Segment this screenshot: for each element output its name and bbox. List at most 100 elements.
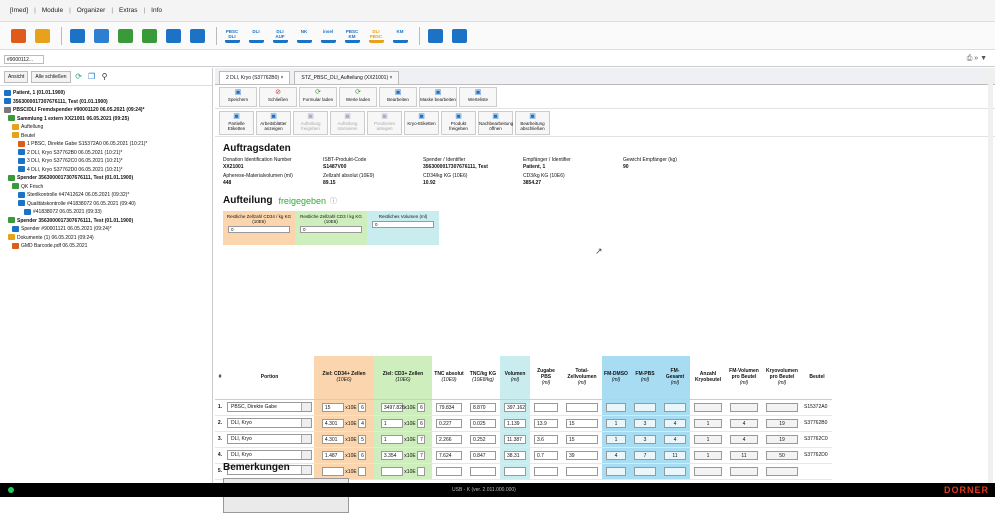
cell-tnc-input[interactable]: 7.624 [436, 450, 462, 460]
tree-item[interactable]: Sammlung 1 extern XX21001 06.05.2021 (09… [4, 115, 208, 124]
cell-cd3-exponent-input[interactable]: 6 [417, 418, 426, 428]
case-icon[interactable] [32, 27, 52, 45]
product-release-button[interactable]: ▣ Produkt freigeben [441, 111, 476, 135]
search-icon[interactable] [67, 27, 87, 45]
view-button[interactable]: Ansicht [4, 70, 29, 83]
tab-close-icon[interactable]: × [279, 75, 283, 81]
cell-tnckg-input[interactable] [470, 466, 496, 476]
cell-fmpbs-input[interactable] [634, 402, 656, 412]
cell-fmpbs-input[interactable] [634, 466, 656, 476]
tree-item[interactable]: Beutel [4, 132, 208, 141]
cell-fmvol-input[interactable]: 4 [730, 434, 758, 444]
cell-dmso-input[interactable]: 1 [606, 434, 626, 444]
cell-total-input[interactable]: 15 [566, 434, 598, 444]
find-icon[interactable]: ⚲ [100, 72, 110, 82]
stats-icon[interactable] [187, 27, 207, 45]
edit-open-button[interactable]: ▣ Nachbearbeitung öffnen [478, 111, 513, 135]
cell-vol-input[interactable]: 38.31 [504, 450, 526, 460]
cell-cd3-input[interactable]: 1 [380, 434, 403, 444]
cryo-label-button[interactable]: ▣ Kryo-Etiketten [404, 111, 439, 135]
cell-fmpbs-input[interactable]: 7 [634, 450, 656, 460]
cell-fmpbs-input[interactable]: 3 [634, 434, 656, 444]
tab-2[interactable]: STZ_PBSC_DLI_Aufteilung (XX21001) × [294, 71, 400, 84]
tree-item[interactable]: 3 DLI, Kryo S37762C0 06.05.2021 (10:21)* [4, 157, 208, 166]
refresh-icon[interactable]: ⟳ [74, 72, 84, 82]
remaining-input[interactable]: 0 [300, 226, 362, 233]
clock-icon[interactable] [425, 27, 445, 45]
tab-close-icon[interactable]: × [388, 75, 393, 81]
cell-tnc-input[interactable] [436, 466, 462, 476]
report-icon[interactable] [91, 27, 111, 45]
tree-item[interactable]: 1 PBSC, Direkte Gabe S15372A0 06.05.2021… [4, 140, 208, 149]
cell-tnckg-input[interactable]: 0.025 [470, 418, 496, 428]
menu-item[interactable]: Extras [119, 7, 137, 14]
close-button[interactable]: ⊘ Schließen [259, 87, 297, 107]
km-icon[interactable]: KM [390, 27, 410, 45]
cell-vol-input[interactable]: 1.139 [504, 418, 526, 428]
finish-button[interactable]: ▣ Bearbeitung abschließen [515, 111, 550, 135]
mask-edit-button[interactable]: ▣ Maske bearbeiten [419, 87, 457, 107]
cell-fmvol-input[interactable]: 11 [730, 450, 758, 460]
cell-kryo-input[interactable]: 19 [766, 418, 798, 428]
chevron-down-icon[interactable] [301, 419, 311, 427]
tree-item[interactable]: 2 DLI, Kryo S37762B0 06.05.2021 (10:21)* [4, 149, 208, 158]
close-all-button[interactable]: Alle schließen [31, 70, 71, 83]
cell-cd3-input[interactable]: 3.354 [380, 450, 403, 460]
cell-total-input[interactable]: 15 [566, 418, 598, 428]
patient-icon[interactable] [8, 27, 28, 45]
release-button[interactable]: ▣ Aufteilung freigeben [293, 111, 328, 135]
worksheet-button[interactable]: ▣ Arbeitsblätter anzeigen [256, 111, 291, 135]
calendar-icon[interactable] [449, 27, 469, 45]
chevron-down-icon[interactable] [301, 466, 311, 474]
edit-button[interactable]: ▣ Bearbeiten [379, 87, 417, 107]
tree-item[interactable]: Dokumente (1) 06.05.2021 (09:24) [4, 234, 208, 243]
info-icon[interactable]: ⓘ [330, 196, 337, 206]
cell-cd34-input[interactable]: 4.301 [321, 418, 344, 428]
cell-pbs-input[interactable] [534, 466, 558, 476]
cell-tnc-input[interactable]: 79.834 [436, 402, 462, 412]
cell-kryo-input[interactable] [766, 402, 798, 412]
label-button[interactable]: ▣ Partielle Etiketten [219, 111, 254, 135]
cell-cd34-exponent-input[interactable]: 6 [358, 402, 367, 412]
cell-total-input[interactable] [566, 402, 598, 412]
cell-vol-input[interactable]: 11.387 [504, 434, 526, 444]
cell-fmges-input[interactable]: 4 [664, 434, 686, 444]
menu-item[interactable]: Module [42, 7, 63, 14]
cell-vol-input[interactable] [504, 466, 526, 476]
print-icon[interactable] [115, 27, 135, 45]
portion-select[interactable]: DLI, Kryo [227, 434, 312, 444]
cell-cd34-input[interactable] [321, 466, 344, 476]
portion-select[interactable]: DLI, Kryo [227, 418, 312, 428]
tree-item[interactable]: Patient, 1 (01.01.1900) [4, 89, 208, 98]
tree-item[interactable]: Spender 3563000017307676111, Test (01.01… [4, 174, 208, 183]
cell-fmvol-input[interactable] [730, 402, 758, 412]
dli-pbsc-icon[interactable]: DLI PBSC [366, 27, 386, 45]
dli-icon[interactable]: DLI [246, 27, 266, 45]
cell-vol-input[interactable]: 397.162 [504, 402, 526, 412]
cell-anz-input[interactable]: 1 [694, 418, 722, 428]
chevron-down-icon[interactable] [301, 435, 311, 443]
window-controls[interactable]: ⎙ » ▼ [967, 55, 987, 63]
tree-item[interactable]: Qualitätskontrolle #41838072 06.05.2021 … [4, 200, 208, 209]
cell-tnckg-input[interactable]: 0.252 [470, 434, 496, 444]
insel-icon[interactable]: insel [318, 27, 338, 45]
cell-fmvol-input[interactable] [730, 466, 758, 476]
tree-item[interactable]: QK Frisch [4, 183, 208, 192]
create-pos-button[interactable]: ▣ Positionen anlegen [367, 111, 402, 135]
remaining-input[interactable]: 0 [372, 221, 434, 228]
cell-cd34-input[interactable]: 1.487 [321, 450, 344, 460]
tree-item[interactable]: 4 DLI, Kryo S37762D0 06.05.2021 (10:21)* [4, 166, 208, 175]
cell-tnckg-input[interactable]: 8.870 [470, 402, 496, 412]
cell-pbs-input[interactable]: 0.7 [534, 450, 558, 460]
cell-tnc-input[interactable]: 2.266 [436, 434, 462, 444]
cell-anz-input[interactable]: 1 [694, 450, 722, 460]
cell-fmges-input[interactable]: 11 [664, 450, 686, 460]
cell-cd34-input[interactable]: 15 [321, 402, 344, 412]
cell-cd3-exponent-input[interactable]: 7 [417, 450, 426, 460]
export-icon[interactable] [139, 27, 159, 45]
cell-cd3-input[interactable] [380, 466, 403, 476]
cell-total-input[interactable]: 39 [566, 450, 598, 460]
nk-icon[interactable]: NK [294, 27, 314, 45]
cell-cd3-exponent-input[interactable]: 7 [417, 434, 426, 444]
cell-cd3-exponent-input[interactable] [417, 466, 426, 476]
